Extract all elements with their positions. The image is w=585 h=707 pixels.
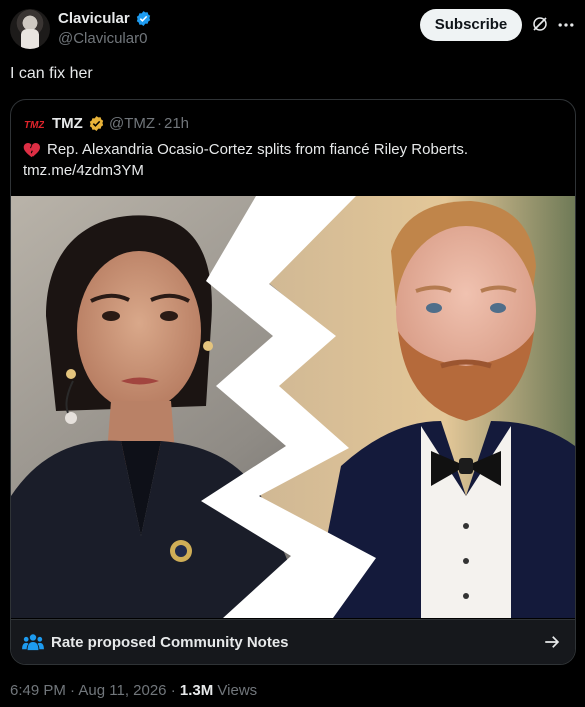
quoted-tweet-link[interactable]: tmz.me/4zdm3YM	[23, 162, 144, 179]
community-notes-bar[interactable]: Rate proposed Community Notes	[11, 619, 575, 664]
quoted-timestamp[interactable]: 21h	[164, 115, 189, 132]
quoted-tweet[interactable]: TMZ TMZ @TMZ · 21h Rep. Alexandria Ocasi…	[10, 99, 576, 665]
svg-text:TMZ: TMZ	[24, 120, 44, 130]
tweet-text: I can fix her	[10, 65, 93, 82]
subscribe-button[interactable]: Subscribe	[420, 9, 522, 41]
author-handle[interactable]: @Clavicular0	[58, 30, 147, 47]
grok-icon[interactable]	[531, 15, 549, 33]
broken-heart-icon	[23, 143, 40, 158]
author-name[interactable]: Clavicular	[58, 10, 130, 27]
views-count: 1.3M	[179, 682, 214, 699]
post-date[interactable]: Aug 11, 2026	[78, 682, 166, 699]
verified-badge-icon[interactable]	[135, 10, 152, 27]
tweet-meta: 6:49 PM · Aug 11, 2026 · 1.3M Views	[10, 682, 257, 699]
community-notes-icon	[22, 634, 44, 651]
avatar[interactable]	[10, 9, 50, 49]
more-icon[interactable]	[556, 15, 576, 35]
community-notes-label: Rate proposed Community Notes	[51, 634, 289, 651]
separator-dot: ·	[70, 682, 76, 699]
split-photo-collage	[11, 196, 575, 618]
quoted-author-name[interactable]: TMZ	[52, 115, 83, 132]
verified-badge-icon	[89, 116, 104, 131]
post-time[interactable]: 6:49 PM	[10, 682, 66, 699]
quoted-tweet-image[interactable]	[11, 196, 575, 618]
quoted-tweet-text: Rep. Alexandria Ocasio-Cortez splits fro…	[47, 141, 468, 158]
separator-dot: ·	[170, 682, 176, 699]
tmz-logo: TMZ	[24, 120, 44, 130]
tweet-header: Clavicular @Clavicular0 Subscribe	[0, 0, 585, 58]
views-label: Views	[217, 682, 258, 699]
arrow-right-icon[interactable]	[543, 633, 561, 651]
separator-dot: ·	[157, 115, 162, 132]
quoted-author-handle: @TMZ	[109, 115, 156, 132]
